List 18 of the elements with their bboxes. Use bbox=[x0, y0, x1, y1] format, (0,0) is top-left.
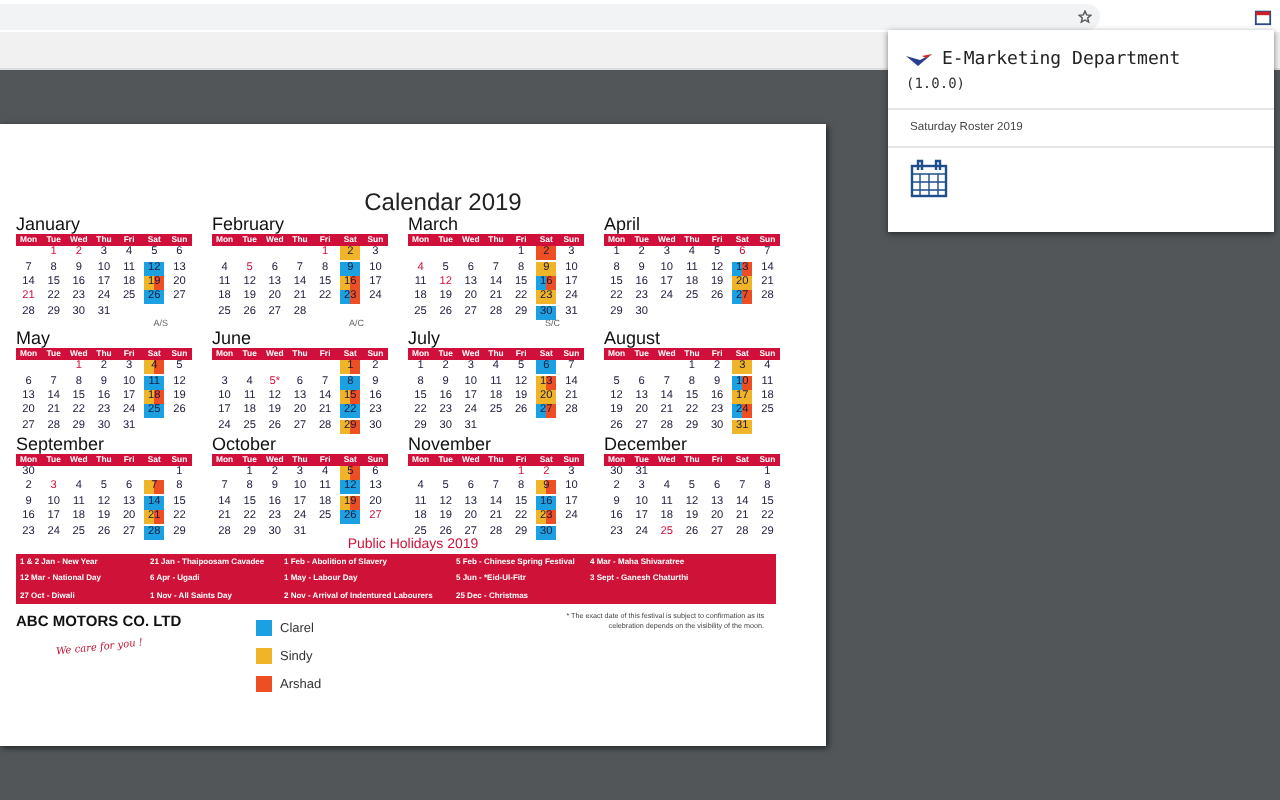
month-name: November bbox=[408, 435, 492, 454]
calendar-icon[interactable] bbox=[1254, 7, 1272, 25]
popup-title: E-Marketing Department bbox=[942, 50, 1181, 70]
month-name: July bbox=[408, 329, 441, 348]
month-name: April bbox=[604, 216, 641, 234]
calendar-icon[interactable] bbox=[910, 158, 948, 198]
month-name: December bbox=[604, 435, 688, 454]
month-name: June bbox=[212, 329, 252, 348]
star-icon[interactable] bbox=[1078, 9, 1092, 23]
month-name: March bbox=[408, 216, 459, 234]
calendar-title: Calendar 2019 bbox=[362, 188, 522, 216]
month-name: October bbox=[212, 435, 277, 454]
month-name: January bbox=[16, 216, 81, 234]
logo-icon bbox=[906, 53, 932, 67]
month-name: February bbox=[212, 216, 285, 234]
month-name: May bbox=[16, 329, 51, 348]
month-name: September bbox=[16, 435, 105, 454]
month-name: August bbox=[604, 329, 661, 348]
